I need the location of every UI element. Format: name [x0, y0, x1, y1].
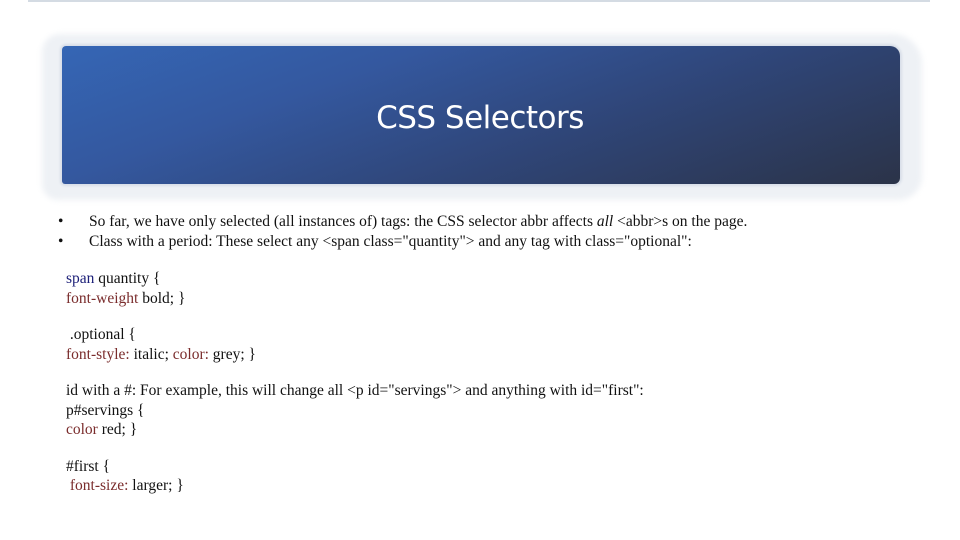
- slide: CSS Selectors • So far, we have only sel…: [0, 0, 960, 540]
- code-text: p#servings {: [66, 401, 145, 419]
- code-block-span-quantity: span quantity { font-weight bold; }: [66, 269, 926, 308]
- code-text: quantity {: [94, 270, 161, 287]
- id-intro-text: id with a #: For example, this will chan…: [66, 382, 644, 399]
- code-property: color:: [172, 345, 209, 363]
- code-text: italic;: [129, 345, 173, 363]
- code-tag: span: [66, 270, 95, 287]
- code-property: font-size:: [69, 477, 129, 494]
- bullet-item: • Class with a period: These select any …: [58, 232, 926, 252]
- code-block-first: #first { font-size: larger; }: [66, 457, 926, 496]
- bullet-list: • So far, we have only selected (all ins…: [58, 212, 926, 251]
- bullet-text: Class with a period: These select any <s…: [89, 232, 692, 250]
- bullet-icon: •: [58, 213, 64, 230]
- code-text: #first {: [66, 457, 111, 475]
- bullet-icon: •: [58, 232, 64, 250]
- bullet-text-after: <abbr>s on the page.: [613, 213, 748, 230]
- slide-title: CSS Selectors: [376, 100, 584, 136]
- bullet-emphasis: all: [596, 213, 614, 230]
- code-property: font-style:: [66, 345, 130, 363]
- code-text: red; }: [97, 421, 138, 438]
- code-text: larger; }: [128, 477, 184, 494]
- code-text: bold; }: [138, 289, 186, 307]
- code-property: font-weight: [66, 289, 139, 307]
- code-property: color: [66, 421, 98, 438]
- code-text: .optional {: [66, 326, 136, 343]
- code-text: grey; }: [208, 345, 256, 363]
- code-block-optional: .optional { font-style: italic; color: g…: [66, 325, 926, 364]
- slide-body: • So far, we have only selected (all ins…: [58, 212, 926, 496]
- code-block-servings: id with a #: For example, this will chan…: [66, 381, 926, 440]
- bullet-text-before: So far, we have only selected (all insta…: [89, 213, 597, 230]
- bullet-item: • So far, we have only selected (all ins…: [58, 212, 926, 232]
- top-divider: [28, 0, 930, 2]
